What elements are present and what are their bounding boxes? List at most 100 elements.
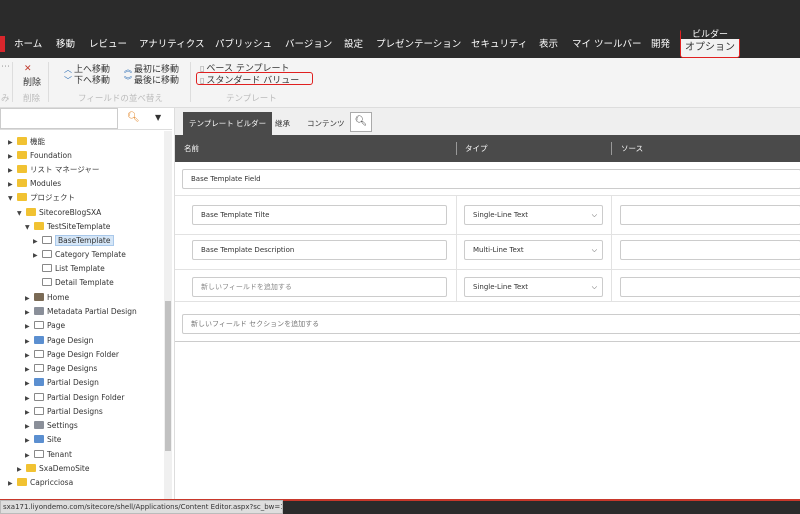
tab-home[interactable]: ホーム — [14, 30, 42, 58]
field-type-select[interactable]: Single-Line Text ⌵ — [464, 205, 603, 225]
field-type-select[interactable]: Single-Line Text ⌵ — [464, 277, 603, 297]
tree-node-home[interactable]: ▶ Home — [25, 291, 69, 304]
tree-search-input[interactable] — [0, 108, 118, 129]
tree-node-partial-design-folder[interactable]: ▶ Partial Design Folder — [25, 391, 124, 404]
tab-publish[interactable]: パブリッシュ — [215, 30, 272, 58]
move-last-button[interactable]: ︾ 最後に移動 — [124, 73, 179, 86]
tab-builder-options[interactable]: ビルダー オプション — [680, 29, 741, 58]
expand-icon[interactable]: ▶ — [33, 249, 42, 262]
expand-icon[interactable]: ▶ — [8, 477, 17, 490]
tree-node-sitecoreblogsxa[interactable]: ▼ SitecoreBlogSXA — [17, 206, 101, 219]
expand-icon[interactable]: ▶ — [25, 320, 34, 333]
options-tab-context-label: ビルダー — [691, 30, 728, 40]
search-icon[interactable]: 🔍︎ — [127, 112, 140, 123]
chevron-down-icon: ⌵ — [591, 211, 597, 219]
tree-node-metadata-partial-design[interactable]: ▶ Metadata Partial Design — [25, 305, 137, 318]
grid-bottom-border — [175, 341, 800, 342]
tree-node-list-template[interactable]: List Template — [42, 262, 105, 275]
caret-down-icon[interactable]: ▼ — [155, 113, 161, 122]
tree-node-page-design-folder[interactable]: ▶ Page Design Folder — [25, 348, 119, 361]
template-icon — [42, 264, 52, 272]
field-type-select[interactable]: Multi-Line Text ⌵ — [464, 240, 603, 260]
chevron-down-icon: ⌵ — [591, 283, 597, 291]
expand-icon[interactable]: ▶ — [25, 449, 34, 462]
expand-icon[interactable]: ▶ — [8, 178, 17, 191]
tree-node-partial-designs[interactable]: ▶ Partial Designs — [25, 405, 103, 418]
scrollbar-thumb[interactable] — [165, 301, 171, 451]
tree-node-capricciosa[interactable]: ▶ Capricciosa — [8, 476, 73, 489]
expand-icon[interactable]: ▶ — [25, 392, 34, 405]
tab-presentation[interactable]: プレゼンテーション — [376, 30, 461, 58]
expand-icon[interactable]: ▶ — [25, 420, 34, 433]
tab-template-builder[interactable]: テンプレート ビルダー — [183, 112, 273, 135]
tree-node-basetemplate[interactable]: ▶ BaseTemplate — [33, 234, 114, 247]
tab-developer[interactable]: 開発 — [651, 30, 670, 58]
tree-node-page-design[interactable]: ▶ Page Design — [25, 334, 93, 347]
expand-icon[interactable]: ▶ — [25, 434, 34, 447]
editor-tab-bar: テンプレート ビルダー 継承 コンテンツ 🔍︎ — [175, 108, 800, 135]
tree-scrollbar[interactable] — [164, 131, 172, 499]
expand-icon[interactable]: ▶ — [25, 363, 34, 376]
home-icon — [34, 293, 44, 301]
field-source-input[interactable] — [620, 240, 800, 260]
delete-button[interactable]: 削除 — [23, 75, 41, 88]
tree-node-tenant[interactable]: ▶ Tenant — [25, 448, 72, 461]
expand-icon[interactable]: ▶ — [25, 406, 34, 419]
tab-view[interactable]: 表示 — [539, 30, 558, 58]
tree-node-site[interactable]: ▶ Site — [25, 433, 61, 446]
field-source-input[interactable] — [620, 277, 800, 297]
tree-node-testsitetemplate[interactable]: ▼ TestSiteTemplate — [25, 220, 110, 233]
expand-icon[interactable]: ▶ — [25, 377, 34, 390]
search-icon[interactable]: 🔍︎ — [350, 112, 372, 132]
column-divider — [456, 195, 457, 301]
tree-node-list-manager[interactable]: ▶ リスト マネージャー — [8, 163, 99, 176]
field-source-input[interactable] — [620, 205, 800, 225]
tree-node-partial-design[interactable]: ▶ Partial Design — [25, 376, 99, 389]
tab-content[interactable]: コンテンツ — [301, 112, 351, 135]
collapse-icon[interactable]: ▼ — [25, 221, 34, 234]
tree-node-page[interactable]: ▶ Page — [25, 319, 65, 332]
tab-review[interactable]: レビュー — [89, 30, 127, 58]
expand-icon[interactable]: ▶ — [25, 335, 34, 348]
ribbon-group-template: テンプレート — [226, 94, 277, 104]
expand-icon[interactable]: ▶ — [8, 164, 17, 177]
template-icon — [42, 278, 52, 286]
expand-icon[interactable]: ▶ — [25, 306, 34, 319]
section-name-input[interactable]: Base Template Field — [182, 169, 800, 189]
ribbon-separator — [12, 62, 13, 102]
tab-analytics[interactable]: アナリティクス — [139, 30, 204, 58]
field-name-input[interactable]: Base Template Tilte — [192, 205, 447, 225]
expand-icon[interactable]: ▶ — [8, 136, 17, 149]
ribbon-left-group-cut: み — [1, 94, 10, 104]
new-section-input[interactable]: 新しいフィールド セクションを追加する — [182, 314, 800, 334]
folder-icon — [17, 151, 27, 159]
tab-inheritance[interactable]: 継承 — [269, 112, 296, 135]
tab-security[interactable]: セキュリティ — [471, 30, 527, 58]
collapse-icon[interactable]: ▼ — [17, 207, 26, 220]
tree-node-category-template[interactable]: ▶ Category Template — [33, 248, 126, 261]
tree-node-settings[interactable]: ▶ Settings — [25, 419, 78, 432]
new-field-input[interactable]: 新しいフィールドを追加する — [192, 277, 447, 297]
expand-icon[interactable]: ▶ — [25, 292, 34, 305]
tree-node-features[interactable]: ▶ 機能 — [8, 135, 45, 148]
tree-node-page-designs[interactable]: ▶ Page Designs — [25, 362, 97, 375]
column-divider — [611, 142, 612, 155]
standard-values-button[interactable]: ▯ スタンダード バリュー — [200, 73, 299, 86]
tree-node-foundation[interactable]: ▶ Foundation — [8, 149, 72, 162]
field-name-input[interactable]: Base Template Description — [192, 240, 447, 260]
tree-node-detail-template[interactable]: Detail Template — [42, 276, 114, 289]
tab-my-toolbar[interactable]: マイ ツールバー — [572, 30, 642, 58]
tab-versions[interactable]: バージョン — [285, 30, 332, 58]
folder-icon — [17, 193, 27, 201]
expand-icon[interactable]: ▶ — [8, 150, 17, 163]
move-down-button[interactable]: ﹀ 下へ移動 — [64, 73, 110, 86]
tree-node-project[interactable]: ▼ プロジェクト — [8, 191, 75, 204]
expand-icon[interactable]: ▶ — [25, 349, 34, 362]
tree-node-modules[interactable]: ▶ Modules — [8, 177, 61, 190]
collapse-icon[interactable]: ▼ — [8, 192, 17, 205]
expand-icon[interactable]: ▶ — [33, 235, 42, 248]
tab-navigate[interactable]: 移動 — [56, 30, 75, 58]
expand-icon[interactable]: ▶ — [17, 463, 26, 476]
tree-node-sxademosite[interactable]: ▶ SxaDemoSite — [17, 462, 89, 475]
tab-configure[interactable]: 設定 — [344, 30, 363, 58]
